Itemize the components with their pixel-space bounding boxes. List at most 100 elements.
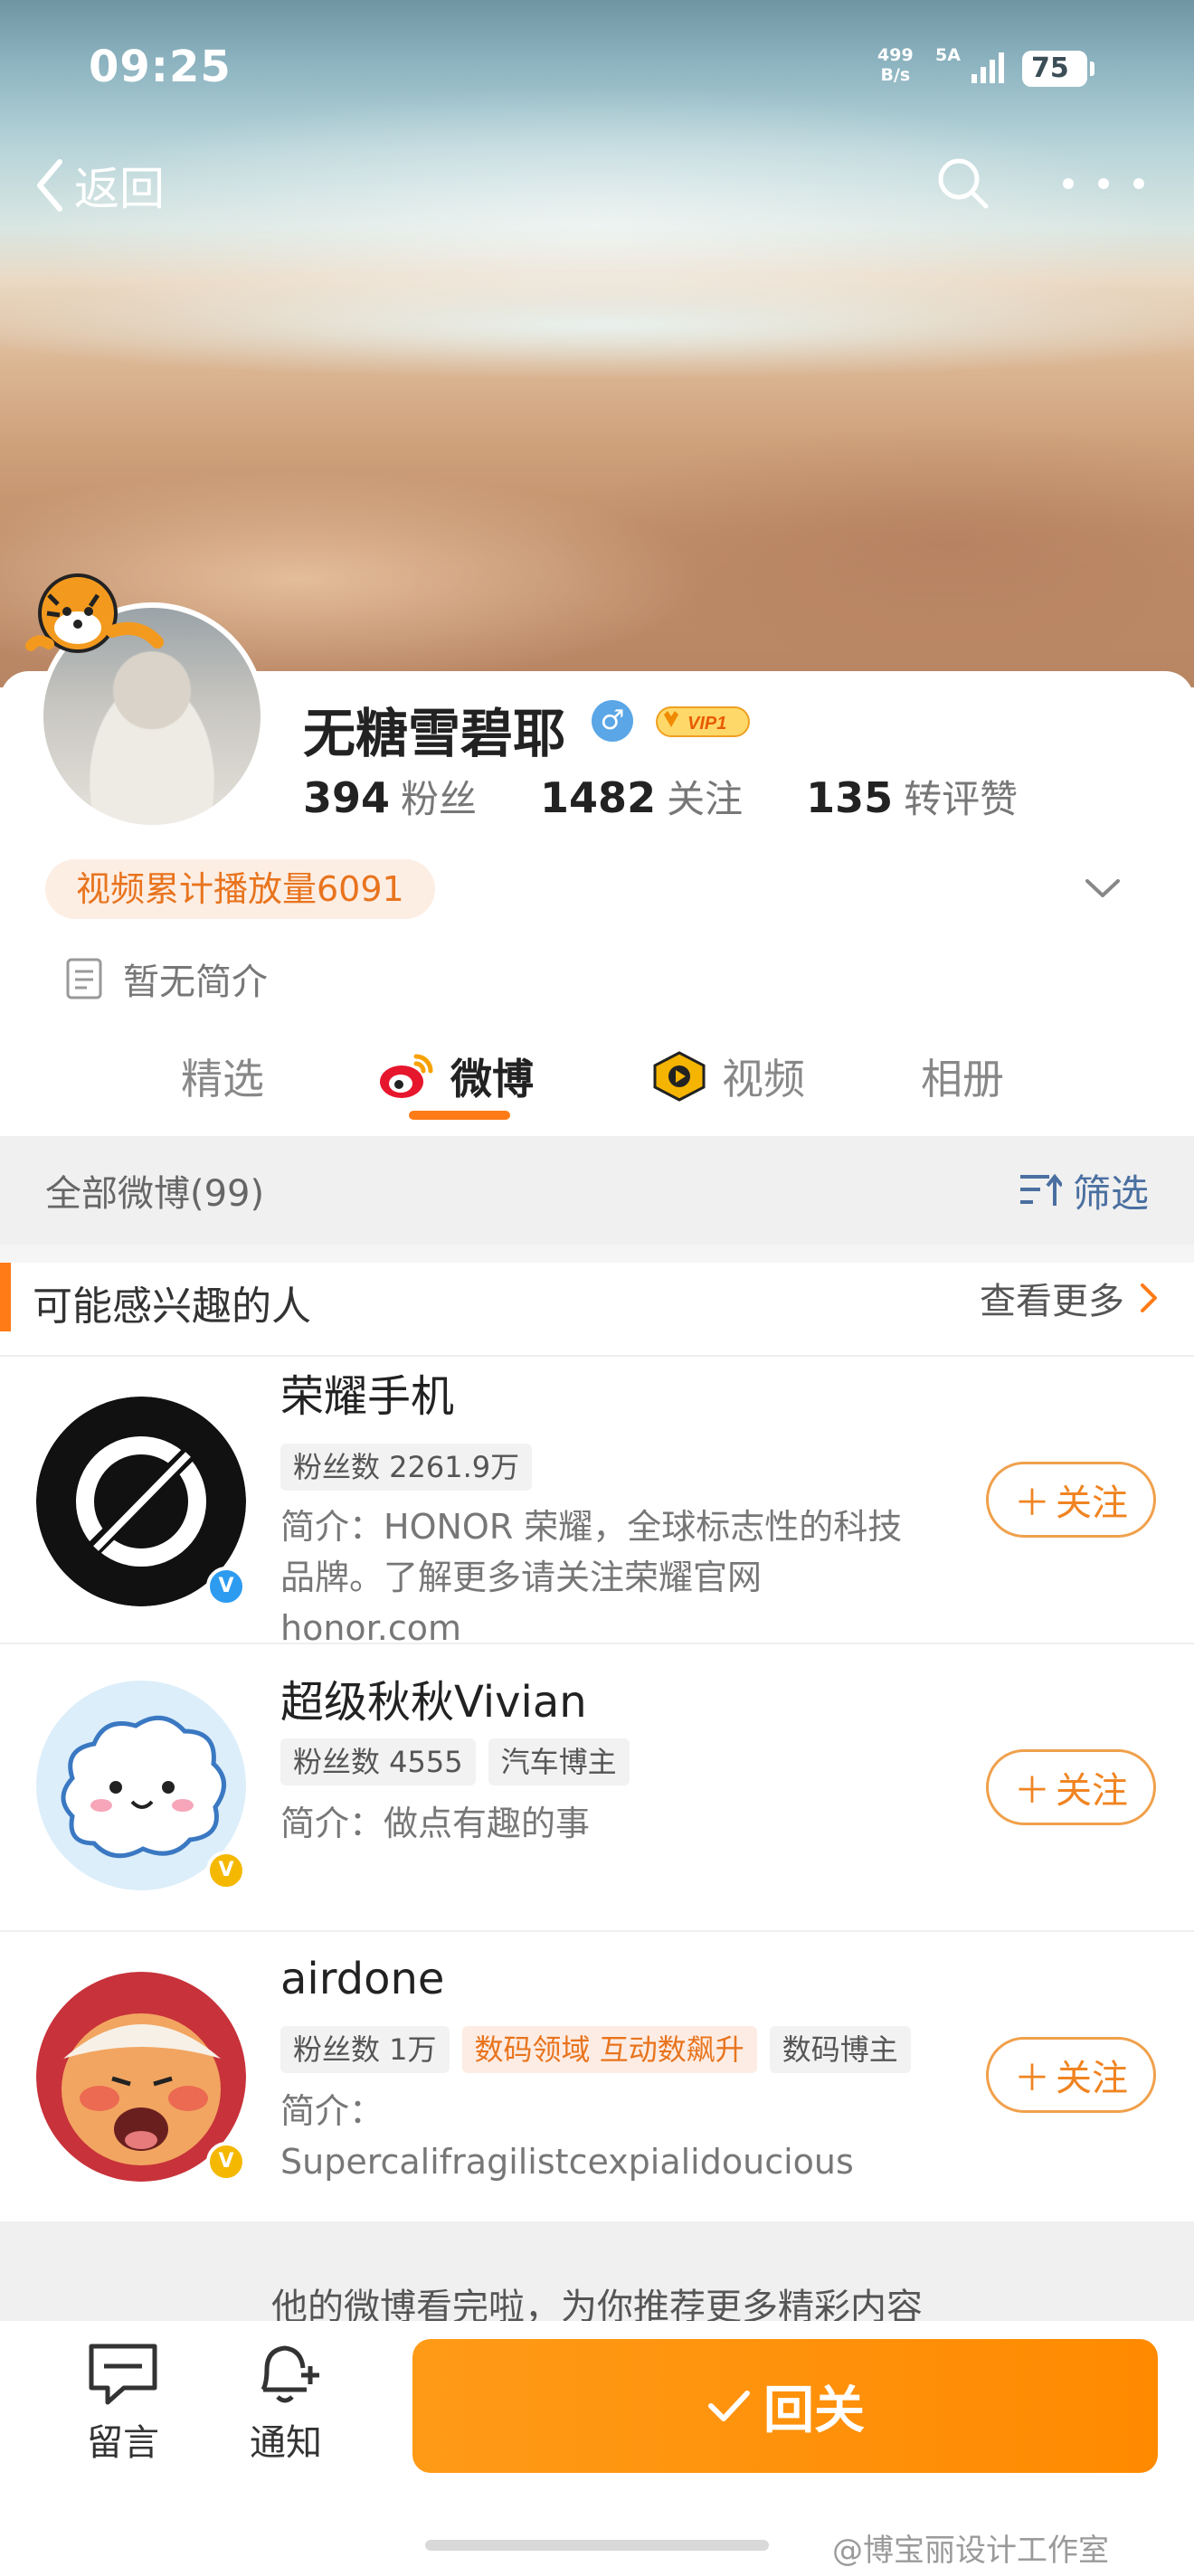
recommendations-header: 可能感兴趣的人 查看更多 bbox=[0, 1263, 1194, 1357]
verified-gold-icon: V bbox=[206, 1851, 246, 1890]
notify-button[interactable]: 通知 bbox=[232, 2339, 340, 2466]
comment-button[interactable]: 留言 bbox=[69, 2339, 177, 2466]
rec-user-name[interactable]: airdone bbox=[280, 1954, 444, 2004]
dot-icon bbox=[1133, 178, 1144, 189]
search-icon[interactable] bbox=[932, 152, 995, 215]
chevron-left-icon bbox=[37, 159, 62, 212]
follow-button[interactable]: ＋ 关注 bbox=[986, 2037, 1156, 2113]
follow-back-button[interactable]: 回关 bbox=[412, 2339, 1158, 2473]
signal-icon bbox=[971, 52, 1004, 83]
category-tag: 数码博主 bbox=[769, 2026, 911, 2073]
avatar-container bbox=[22, 559, 275, 830]
stat-label: 粉丝 bbox=[401, 777, 478, 821]
bio-row: 暂无简介 bbox=[65, 952, 268, 1006]
filter-icon bbox=[1019, 1173, 1062, 1206]
user-name: 无糖雪碧耶 bbox=[303, 703, 566, 764]
vip-badge-icon[interactable]: VIP1 bbox=[655, 702, 751, 740]
network-speed-value: 499 bbox=[877, 45, 914, 65]
accent-bar bbox=[0, 1263, 11, 1331]
trending-tag: 数码领域 互动数飙升 bbox=[461, 2026, 757, 2073]
rec-user-desc: 简介：Supercalifragilistcexpialidoucious bbox=[280, 2091, 854, 2182]
filter-button[interactable]: 筛选 bbox=[1019, 1163, 1149, 1218]
notify-label: 通知 bbox=[250, 2422, 322, 2464]
stat-number: 1482 bbox=[540, 773, 657, 822]
battery-icon: 75 bbox=[1022, 51, 1094, 87]
follow-button[interactable]: ＋ 关注 bbox=[986, 1749, 1156, 1825]
message-icon bbox=[89, 2344, 157, 2405]
follower-count-tag: 粉丝数 4555 bbox=[280, 1738, 476, 1785]
dot-icon bbox=[1063, 178, 1074, 189]
follow-back-label: 回关 bbox=[763, 2381, 865, 2440]
stat-number: 135 bbox=[806, 773, 894, 822]
check-icon bbox=[708, 2391, 750, 2421]
network-speed-unit: B/s bbox=[880, 65, 911, 85]
network-type: 5A bbox=[935, 45, 961, 65]
stat-following[interactable]: 1482 关注 bbox=[540, 769, 743, 824]
profile-stats: 394 粉丝 1482 关注 135 转评赞 bbox=[303, 769, 1081, 827]
filter-label: 筛选 bbox=[1072, 1170, 1149, 1216]
vip-label: VIP1 bbox=[687, 714, 726, 734]
list-item[interactable]: V 超级秋秋Vivian 粉丝数 4555 汽车博主 简介：做点有趣的事 ＋ 关… bbox=[0, 1643, 1194, 1930]
tab-label: 相册 bbox=[921, 1055, 1004, 1103]
tab-weibo[interactable]: 微博 bbox=[376, 1040, 534, 1113]
list-item[interactable]: V airdone 粉丝数 1万 数码领域 互动数飙升 数码博主 简介：Supe… bbox=[0, 1930, 1194, 2218]
more-options-button[interactable] bbox=[1063, 152, 1144, 215]
follow-label: 关注 bbox=[1056, 1482, 1128, 1524]
back-label: 返回 bbox=[74, 163, 165, 215]
view-more-link[interactable]: 查看更多 bbox=[980, 1272, 1159, 1324]
watermark: @博宝丽设计工作室 bbox=[832, 2533, 1109, 2569]
stat-label: 转评赞 bbox=[904, 777, 1019, 821]
rec-user-desc: 简介：HONOR 荣耀，全球标志性的科技品牌。了解更多请关注荣耀官网honor.… bbox=[280, 1507, 903, 1648]
tab-label: 微博 bbox=[450, 1055, 534, 1103]
cover-sea bbox=[0, 271, 1194, 380]
male-icon: ♂ bbox=[592, 700, 633, 742]
tag-row: 粉丝数 1万 数码领域 互动数飙升 数码博主 bbox=[280, 2026, 911, 2073]
tab-album[interactable]: 相册 bbox=[921, 1040, 1004, 1113]
tiger-pendant-icon bbox=[25, 573, 164, 653]
home-indicator[interactable] bbox=[425, 2540, 769, 2551]
document-icon bbox=[66, 958, 102, 999]
follow-label: 关注 bbox=[1056, 1770, 1128, 1812]
plus-icon: ＋ bbox=[1014, 1770, 1050, 1812]
network-speed: 499 B/s bbox=[877, 45, 914, 85]
tab-label: 精选 bbox=[181, 1055, 264, 1103]
stat-label: 关注 bbox=[667, 777, 744, 821]
plus-icon: ＋ bbox=[1014, 2058, 1050, 2099]
bio-text: 暂无简介 bbox=[123, 961, 268, 1003]
category-tag: 汽车博主 bbox=[488, 1738, 630, 1785]
section-divider bbox=[0, 1245, 1194, 1263]
tag-row: 粉丝数 4555 汽车博主 bbox=[280, 1738, 630, 1785]
tab-videos[interactable]: 视频 bbox=[651, 1040, 805, 1113]
rec-user-desc: 简介：做点有趣的事 bbox=[280, 1804, 591, 1843]
status-bar: 09:25 499 B/s 5A 75 bbox=[0, 36, 1194, 109]
plus-icon: ＋ bbox=[1014, 1482, 1050, 1524]
follower-count-tag: 粉丝数 1万 bbox=[280, 2026, 450, 2073]
bell-plus-icon bbox=[261, 2345, 319, 2403]
tab-label: 视频 bbox=[722, 1055, 805, 1103]
comment-label: 留言 bbox=[87, 2422, 159, 2464]
verified-blue-icon: V bbox=[206, 1567, 246, 1606]
video-icon bbox=[653, 1051, 706, 1102]
rec-user-name[interactable]: 超级秋秋Vivian bbox=[280, 1666, 587, 1729]
active-tab-indicator bbox=[409, 1111, 510, 1120]
chevron-down-icon[interactable] bbox=[1082, 870, 1123, 906]
list-item[interactable]: V 荣耀手机 粉丝数 2261.9万 简介：HONOR 荣耀，全球标志性的科技品… bbox=[0, 1355, 1194, 1648]
tag-row: 粉丝数 2261.9万 bbox=[280, 1444, 533, 1491]
stat-followers[interactable]: 394 粉丝 bbox=[303, 769, 477, 824]
profile-tabs: 精选 微博 视频 相册 bbox=[0, 1031, 1194, 1136]
verified-gold-icon: V bbox=[206, 2142, 246, 2182]
rec-user-name[interactable]: 荣耀手机 bbox=[280, 1360, 454, 1424]
follow-button[interactable]: ＋ 关注 bbox=[986, 1462, 1156, 1538]
view-more-label: 查看更多 bbox=[980, 1281, 1124, 1322]
stat-likes[interactable]: 135 转评赞 bbox=[806, 769, 1018, 824]
follower-count-tag: 粉丝数 2261.9万 bbox=[280, 1444, 533, 1491]
status-time: 09:25 bbox=[89, 42, 232, 92]
recommendations-title: 可能感兴趣的人 bbox=[33, 1283, 311, 1330]
video-play-count-badge[interactable]: 视频累计播放量6091 bbox=[45, 859, 435, 919]
nav-bar: 返回 bbox=[0, 145, 1194, 226]
back-button[interactable]: 返回 bbox=[34, 154, 165, 217]
tab-featured[interactable]: 精选 bbox=[181, 1040, 264, 1113]
dot-icon bbox=[1098, 178, 1109, 189]
chevron-right-icon bbox=[1141, 1283, 1157, 1312]
weibo-count: 全部微博(99) bbox=[45, 1173, 265, 1215]
